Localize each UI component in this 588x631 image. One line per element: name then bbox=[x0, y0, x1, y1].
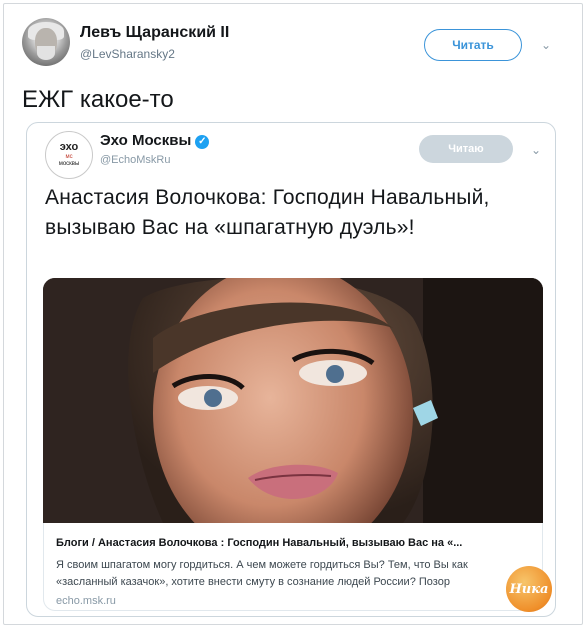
watermark-logo-icon: Ника bbox=[506, 566, 552, 612]
quoted-author-name[interactable]: Эхо Москвы ✓ bbox=[100, 132, 210, 149]
avatar-beard bbox=[37, 46, 55, 60]
chevron-down-icon[interactable]: ⌄ bbox=[531, 143, 541, 157]
quoted-author-handle[interactable]: @EchoMskRu bbox=[100, 154, 170, 166]
logo-line1: эхо bbox=[59, 141, 79, 153]
logo-line3: москвы bbox=[58, 161, 80, 167]
quoted-author-name-text: Эхо Москвы bbox=[100, 132, 192, 149]
echo-logo-icon[interactable]: эхо мс москвы bbox=[45, 131, 93, 179]
article-photo[interactable] bbox=[43, 278, 543, 523]
tweet-text: ЕЖГ какое-то bbox=[22, 86, 174, 113]
link-card-description: Я своим шпагатом могу гордиться. А чем м… bbox=[56, 559, 468, 588]
watermark-text: Ника bbox=[509, 581, 549, 597]
author-name[interactable]: Левъ Щаранский II bbox=[80, 24, 229, 42]
article-photo-illustration bbox=[43, 278, 543, 523]
author-avatar[interactable] bbox=[22, 18, 70, 66]
following-button[interactable]: Читаю bbox=[419, 135, 513, 163]
quoted-tweet[interactable]: эхо мс москвы Эхо Москвы ✓ @EchoMskRu Чит… bbox=[26, 122, 556, 617]
quoted-headline: Анастасия Волочкова: Господин Навальный,… bbox=[45, 186, 490, 239]
follow-button[interactable]: Читать bbox=[424, 29, 522, 61]
chevron-down-icon[interactable]: ⌄ bbox=[541, 38, 551, 52]
link-card-title[interactable]: Блоги / Анастасия Волочкова : Господин Н… bbox=[56, 537, 532, 549]
logo-line2: мс bbox=[65, 154, 73, 160]
link-card-domain[interactable]: echo.msk.ru bbox=[56, 595, 116, 607]
verified-badge-icon: ✓ bbox=[195, 135, 210, 149]
link-card[interactable]: Блоги / Анастасия Волочкова : Господин Н… bbox=[43, 523, 543, 611]
author-handle[interactable]: @LevSharansky2 bbox=[80, 47, 175, 61]
